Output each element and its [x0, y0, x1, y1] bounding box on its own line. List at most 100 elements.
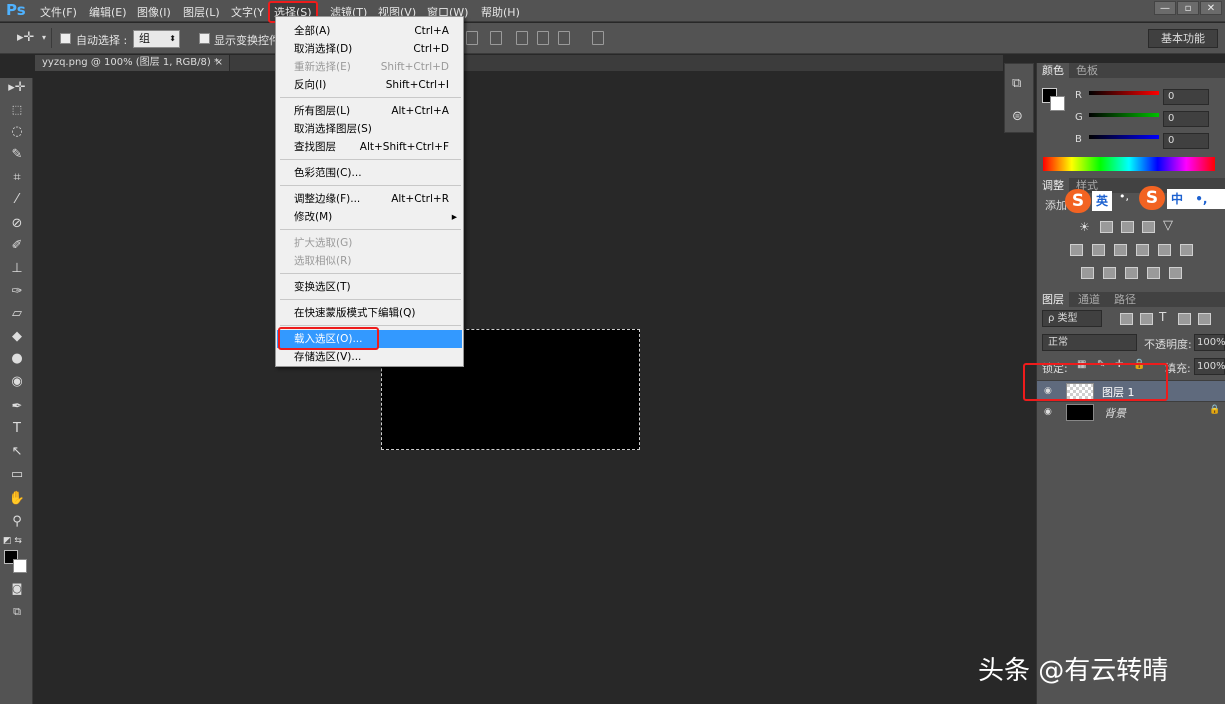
fill-value[interactable]: 100% [1194, 358, 1225, 375]
move-tool-icon[interactable]: ▸✛ [8, 80, 26, 96]
posterize-icon[interactable] [1103, 267, 1116, 279]
brightness-adjust-icon[interactable]: ☀ [1079, 220, 1090, 234]
levels-adjust-icon[interactable] [1100, 221, 1113, 233]
menu-item-transform-selection[interactable]: 变换选区(T) [277, 278, 462, 296]
filter-shape-icon[interactable] [1178, 313, 1191, 325]
tool-preset-caret-icon[interactable]: ▾ [42, 33, 46, 42]
crop-tool-icon[interactable]: ⌗ [8, 170, 26, 186]
blend-mode-select[interactable]: 正常 [1042, 334, 1137, 351]
menu-item-save-selection[interactable]: 存储选区(V)... [277, 348, 462, 366]
type-tool-icon[interactable]: T [8, 421, 26, 437]
color-balance-icon[interactable] [1092, 244, 1105, 256]
ime-mode-zh[interactable]: 中 •, [1167, 189, 1225, 209]
ime-mode-en[interactable]: 英 [1092, 191, 1113, 211]
blur-tool-icon[interactable]: ● [8, 351, 26, 367]
workspace-switcher[interactable]: 基本功能 [1148, 29, 1218, 48]
photo-filter-icon[interactable] [1136, 244, 1149, 256]
channel-b-slider[interactable] [1089, 135, 1159, 139]
document-tab[interactable]: yyzq.png @ 100% (图层 1, RGB/8) * × [35, 55, 230, 71]
gradient-map-icon[interactable] [1169, 267, 1182, 279]
menu-image[interactable]: 图像(I) [137, 4, 171, 20]
zoom-tool-icon[interactable]: ⚲ [8, 514, 26, 530]
history-brush-tool-icon[interactable]: ✑ [8, 284, 26, 300]
sogou-logo-icon[interactable]: S [1139, 186, 1165, 210]
hue-saturation-icon[interactable] [1070, 244, 1083, 256]
background-color-swatch[interactable] [13, 559, 27, 573]
layer-row-background[interactable]: ◉ 背景 🔒 [1037, 401, 1225, 422]
sogou-logo-icon[interactable]: S [1065, 189, 1091, 213]
black-white-icon[interactable] [1114, 244, 1127, 256]
layer-filter-select[interactable]: ρ 类型 [1042, 310, 1102, 327]
menu-item-select-all[interactable]: 全部(A) Ctrl+A [277, 22, 462, 40]
channel-mixer-icon[interactable] [1158, 244, 1171, 256]
layer-name[interactable]: 背景 [1104, 405, 1126, 421]
eraser-tool-icon[interactable]: ▱ [8, 306, 26, 322]
lasso-tool-icon[interactable]: ◌ [8, 124, 26, 140]
rectangle-tool-icon[interactable]: ▭ [8, 467, 26, 483]
auto-select-checkbox[interactable] [60, 33, 71, 44]
menu-file[interactable]: 文件(F) [40, 4, 77, 20]
close-button[interactable]: ✕ [1200, 1, 1222, 15]
filter-adjust-icon[interactable] [1140, 313, 1153, 325]
tab-paths[interactable]: 路径 [1109, 292, 1141, 307]
screen-mode-icon[interactable]: ⧉ [8, 604, 26, 620]
distribute-top-icon[interactable] [490, 31, 502, 45]
hand-tool-icon[interactable]: ✋ [8, 491, 26, 507]
filter-type-icon[interactable]: T [1159, 310, 1166, 324]
filter-smart-icon[interactable] [1198, 313, 1211, 325]
path-selection-tool-icon[interactable]: ↖ [8, 444, 26, 460]
channel-r-slider[interactable] [1089, 91, 1159, 95]
curves-adjust-icon[interactable] [1121, 221, 1134, 233]
move-tool-icon[interactable]: ▸✛ [17, 30, 34, 45]
paint-bucket-tool-icon[interactable]: ◆ [8, 329, 26, 345]
auto-align-icon[interactable] [592, 31, 604, 45]
menu-item-grow[interactable]: 扩大选取(G) [277, 234, 462, 252]
color-background-swatch[interactable] [1050, 96, 1065, 111]
menu-item-find-layers[interactable]: 查找图层 Alt+Shift+Ctrl+F [277, 138, 462, 156]
menu-item-modify[interactable]: 修改(M) ▸ [277, 208, 462, 226]
menu-item-deselect[interactable]: 取消选择(D) Ctrl+D [277, 40, 462, 58]
menu-layer[interactable]: 图层(L) [183, 4, 220, 20]
menu-item-deselect-layers[interactable]: 取消选择图层(S) [277, 120, 462, 138]
quick-select-tool-icon[interactable]: ✎ [8, 147, 26, 163]
menu-item-refine-edge[interactable]: 调整边缘(F)... Alt+Ctrl+R [277, 190, 462, 208]
align-left-icon[interactable] [516, 31, 528, 45]
menu-item-reselect[interactable]: 重新选择(E) Shift+Ctrl+D [277, 58, 462, 76]
ime-punct[interactable]: •, [1119, 190, 1129, 203]
tab-channels[interactable]: 通道 [1073, 292, 1105, 307]
healing-brush-tool-icon[interactable]: ⊘ [8, 216, 26, 232]
align-bottom-icon[interactable] [466, 31, 478, 45]
threshold-icon[interactable] [1125, 267, 1138, 279]
tab-swatches[interactable]: 色板 [1071, 63, 1103, 78]
menu-edit[interactable]: 编辑(E) [89, 4, 127, 20]
color-spectrum-bar[interactable] [1043, 157, 1215, 171]
channel-b-value[interactable]: 0 [1163, 133, 1209, 149]
tab-color[interactable]: 颜色 [1037, 63, 1069, 78]
color-lookup-icon[interactable] [1180, 244, 1193, 256]
dodge-tool-icon[interactable]: ◉ [8, 374, 26, 390]
opacity-value[interactable]: 100% [1194, 334, 1225, 351]
show-transform-checkbox[interactable] [199, 33, 210, 44]
exposure-adjust-icon[interactable] [1142, 221, 1155, 233]
vibrance-adjust-icon[interactable]: ▽ [1163, 218, 1173, 233]
channel-g-slider[interactable] [1089, 113, 1159, 117]
close-tab-icon[interactable]: × [215, 55, 223, 70]
invert-icon[interactable] [1081, 267, 1094, 279]
menu-help[interactable]: 帮助(H) [481, 4, 520, 20]
quick-mask-icon[interactable]: ◙ [8, 581, 26, 597]
pen-tool-icon[interactable]: ✒ [8, 399, 26, 415]
tab-layers[interactable]: 图层 [1037, 292, 1069, 307]
channel-r-value[interactable]: 0 [1163, 89, 1209, 105]
brush-tool-icon[interactable]: ✐ [8, 238, 26, 254]
menu-item-inverse[interactable]: 反向(I) Shift+Ctrl+I [277, 76, 462, 94]
selective-color-icon[interactable] [1147, 267, 1160, 279]
restore-button[interactable]: ▫ [1177, 1, 1199, 15]
filter-pixel-icon[interactable] [1120, 313, 1133, 325]
menu-item-color-range[interactable]: 色彩范围(C)... [277, 164, 462, 182]
minimize-button[interactable]: — [1154, 1, 1176, 15]
align-center-icon[interactable] [537, 31, 549, 45]
properties-panel-icon[interactable]: ⊜ [1012, 109, 1023, 124]
menu-item-quick-mask[interactable]: 在快速蒙版模式下编辑(Q) [277, 304, 462, 322]
align-right-icon[interactable] [558, 31, 570, 45]
menu-type[interactable]: 文字(Y [231, 4, 264, 20]
